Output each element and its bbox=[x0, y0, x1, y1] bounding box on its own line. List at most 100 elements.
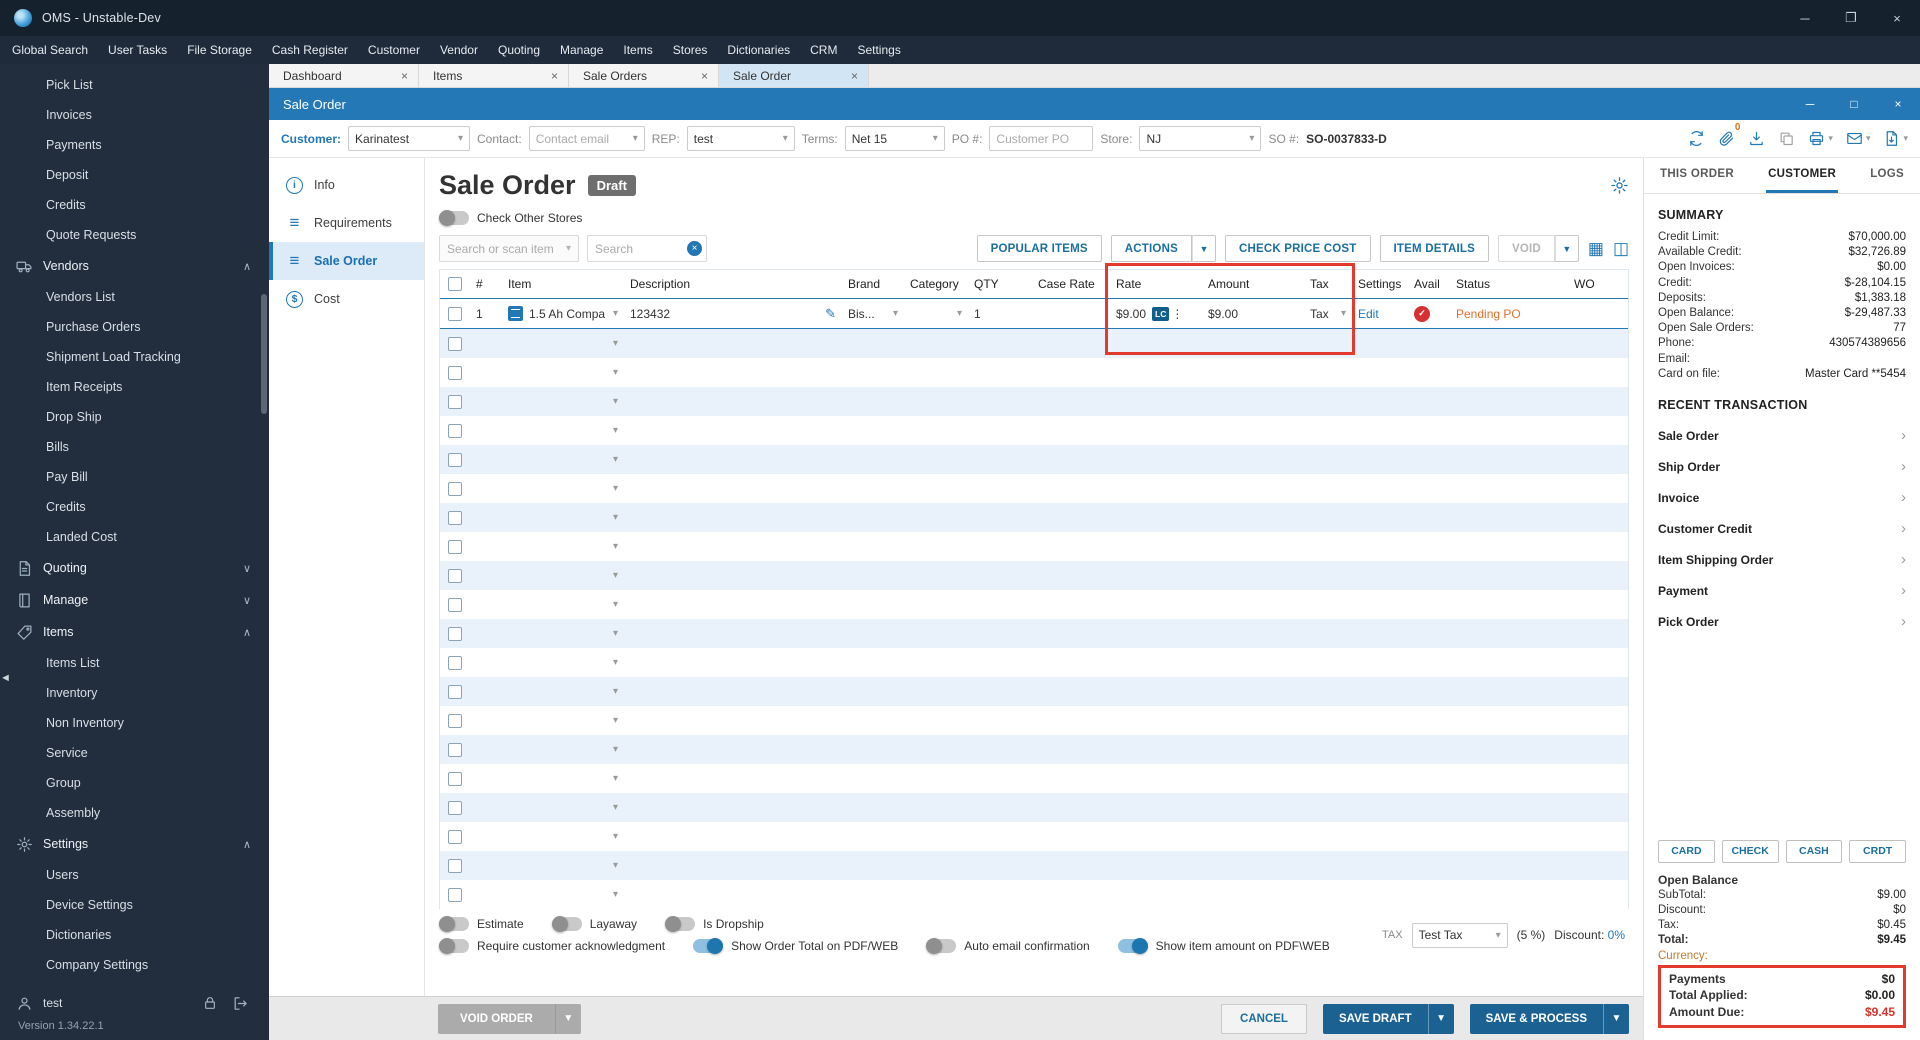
sidebar-item[interactable]: Shipment Load Tracking bbox=[0, 342, 269, 372]
logout-icon[interactable] bbox=[232, 995, 249, 1012]
chevron-down-icon[interactable]: ▾ bbox=[613, 454, 618, 465]
sidebar-item[interactable]: Payments bbox=[0, 130, 269, 160]
row-checkbox[interactable] bbox=[448, 626, 462, 641]
row-checkbox[interactable] bbox=[448, 858, 462, 873]
terms-select[interactable]: Net 15 ▾ bbox=[844, 126, 945, 151]
sidebar-item[interactable]: Inventory bbox=[0, 678, 269, 708]
sidebar-item[interactable]: Credits bbox=[0, 190, 269, 220]
lc-badge[interactable]: LC bbox=[1152, 306, 1170, 321]
recent-transaction-item[interactable]: Pick Order › bbox=[1658, 606, 1906, 637]
row-checkbox[interactable] bbox=[448, 423, 462, 438]
nav-item-requirements[interactable]: ≡ Requirements bbox=[269, 204, 424, 242]
cancel-button[interactable]: CANCEL bbox=[1221, 1003, 1307, 1034]
col-wo[interactable]: WO bbox=[1568, 270, 1628, 298]
row-checkbox[interactable] bbox=[448, 742, 462, 757]
row-checkbox[interactable] bbox=[448, 510, 462, 525]
col-qty[interactable]: QTY bbox=[968, 270, 1032, 298]
actions-button[interactable]: ACTIONS bbox=[1110, 235, 1192, 262]
close-icon[interactable]: × bbox=[1874, 0, 1920, 36]
sidebar-item[interactable]: Non Inventory bbox=[0, 708, 269, 738]
empty-table-row[interactable]: ▾ bbox=[440, 764, 1628, 793]
row-checkbox[interactable] bbox=[448, 481, 462, 496]
document-tab[interactable]: Sale Order × bbox=[719, 64, 869, 87]
sidebar-item[interactable]: Vendors ∧ bbox=[0, 250, 269, 282]
col-item[interactable]: Item bbox=[502, 270, 624, 298]
item-details-button[interactable]: ITEM DETAILS bbox=[1379, 235, 1489, 262]
more-options-icon[interactable]: ⋮ bbox=[1171, 307, 1183, 321]
panel-tab[interactable]: CUSTOMER bbox=[1766, 158, 1839, 193]
category-cell[interactable]: ▾ bbox=[904, 299, 968, 328]
empty-table-row[interactable]: ▾ bbox=[440, 648, 1628, 677]
empty-table-row[interactable]: ▾ bbox=[440, 416, 1628, 445]
col-description[interactable]: Description bbox=[624, 270, 842, 298]
row-checkbox[interactable] bbox=[448, 568, 462, 583]
col-amount[interactable]: Amount bbox=[1202, 270, 1304, 298]
chevron-down-icon[interactable]: ▾ bbox=[613, 860, 618, 871]
sidebar-item[interactable]: Purchase Orders bbox=[0, 312, 269, 342]
menu-item[interactable]: Vendor bbox=[430, 36, 488, 64]
chevron-down-icon[interactable]: ▾ bbox=[613, 541, 618, 552]
lock-icon[interactable] bbox=[202, 995, 218, 1011]
item-search-mode-select[interactable]: Search or scan item ▾ bbox=[439, 235, 579, 262]
save-draft-button[interactable]: SAVE DRAFT bbox=[1322, 1003, 1428, 1034]
sidebar-item[interactable]: Quote Requests bbox=[0, 220, 269, 250]
chevron-down-icon[interactable]: ▾ bbox=[613, 512, 618, 523]
sidebar-item[interactable]: Pay Bill bbox=[0, 462, 269, 492]
sidebar-item[interactable]: Credits bbox=[0, 492, 269, 522]
edit-settings-link[interactable]: Edit bbox=[1358, 307, 1379, 321]
menu-item[interactable]: Stores bbox=[663, 36, 718, 64]
gear-icon[interactable] bbox=[1610, 176, 1629, 195]
sidebar-item[interactable]: Dictionaries bbox=[0, 920, 269, 950]
menu-item[interactable]: Global Search bbox=[2, 36, 98, 64]
clear-search-icon[interactable]: × bbox=[687, 241, 702, 256]
select-all-checkbox[interactable] bbox=[448, 277, 462, 291]
grid-layout-icon[interactable]: ▦ bbox=[1588, 239, 1604, 259]
tab-close-icon[interactable]: × bbox=[701, 69, 708, 83]
empty-table-row[interactable]: ▾ bbox=[440, 880, 1628, 909]
chevron-down-icon[interactable]: ▾ bbox=[957, 308, 962, 319]
row-checkbox[interactable] bbox=[448, 771, 462, 786]
item-cell[interactable]: 1.5 Ah Compa ▾ bbox=[502, 299, 624, 328]
empty-table-row[interactable]: ▾ bbox=[440, 793, 1628, 822]
tab-close-icon[interactable]: × bbox=[551, 69, 558, 83]
menu-item[interactable]: Quoting bbox=[488, 36, 550, 64]
chevron-down-icon[interactable]: ▾ bbox=[893, 308, 898, 319]
recent-transaction-item[interactable]: Ship Order › bbox=[1658, 451, 1906, 482]
panel-tab[interactable]: LOGS bbox=[1868, 158, 1906, 193]
col-brand[interactable]: Brand bbox=[842, 270, 904, 298]
empty-table-row[interactable]: ▾ bbox=[440, 677, 1628, 706]
menu-item[interactable]: Customer bbox=[358, 36, 430, 64]
actions-dropdown-icon[interactable]: ▼ bbox=[1191, 235, 1216, 262]
print-icon[interactable]: ▾ bbox=[1808, 130, 1833, 147]
document-tab[interactable]: Items × bbox=[419, 64, 569, 87]
sidebar-item[interactable]: Vendors List bbox=[0, 282, 269, 312]
payment-button[interactable]: CARD bbox=[1658, 839, 1715, 863]
menu-item[interactable]: Dictionaries bbox=[717, 36, 800, 64]
attachment-icon[interactable]: 0 bbox=[1718, 122, 1740, 147]
sidebar-collapse-icon[interactable]: ◄ bbox=[0, 672, 11, 684]
discount-value-link[interactable]: 0% bbox=[1608, 928, 1625, 942]
sidebar-item[interactable]: Quoting ∨ bbox=[0, 552, 269, 584]
sidebar-item[interactable]: Settings ∧ bbox=[0, 828, 269, 860]
col-settings[interactable]: Settings bbox=[1352, 270, 1408, 298]
brand-cell[interactable]: Bis... ▾ bbox=[842, 299, 904, 328]
toggle-switch[interactable] bbox=[1117, 938, 1148, 954]
col-avail[interactable]: Avail bbox=[1408, 270, 1450, 298]
menu-item[interactable]: Manage bbox=[550, 36, 613, 64]
minimize-icon[interactable]: ─ bbox=[1782, 0, 1828, 36]
sidebar-item[interactable]: Item Receipts bbox=[0, 372, 269, 402]
chevron-down-icon[interactable]: ▾ bbox=[613, 425, 618, 436]
rep-select[interactable]: test ▾ bbox=[686, 126, 795, 151]
order-close-icon[interactable]: × bbox=[1876, 88, 1920, 120]
description-cell[interactable]: 123432 ✎ bbox=[624, 299, 842, 328]
chevron-down-icon[interactable]: ▾ bbox=[613, 889, 618, 900]
col-status[interactable]: Status bbox=[1450, 270, 1568, 298]
sync-icon[interactable] bbox=[1688, 130, 1705, 147]
empty-table-row[interactable]: ▾ bbox=[440, 590, 1628, 619]
customer-select[interactable]: Karinatest ▾ bbox=[348, 126, 471, 151]
void-dropdown-icon[interactable]: ▼ bbox=[1554, 235, 1579, 262]
toggle-switch[interactable] bbox=[665, 916, 696, 932]
menu-item[interactable]: User Tasks bbox=[98, 36, 177, 64]
empty-table-row[interactable]: ▾ bbox=[440, 851, 1628, 880]
check-other-stores-toggle[interactable] bbox=[439, 210, 469, 226]
